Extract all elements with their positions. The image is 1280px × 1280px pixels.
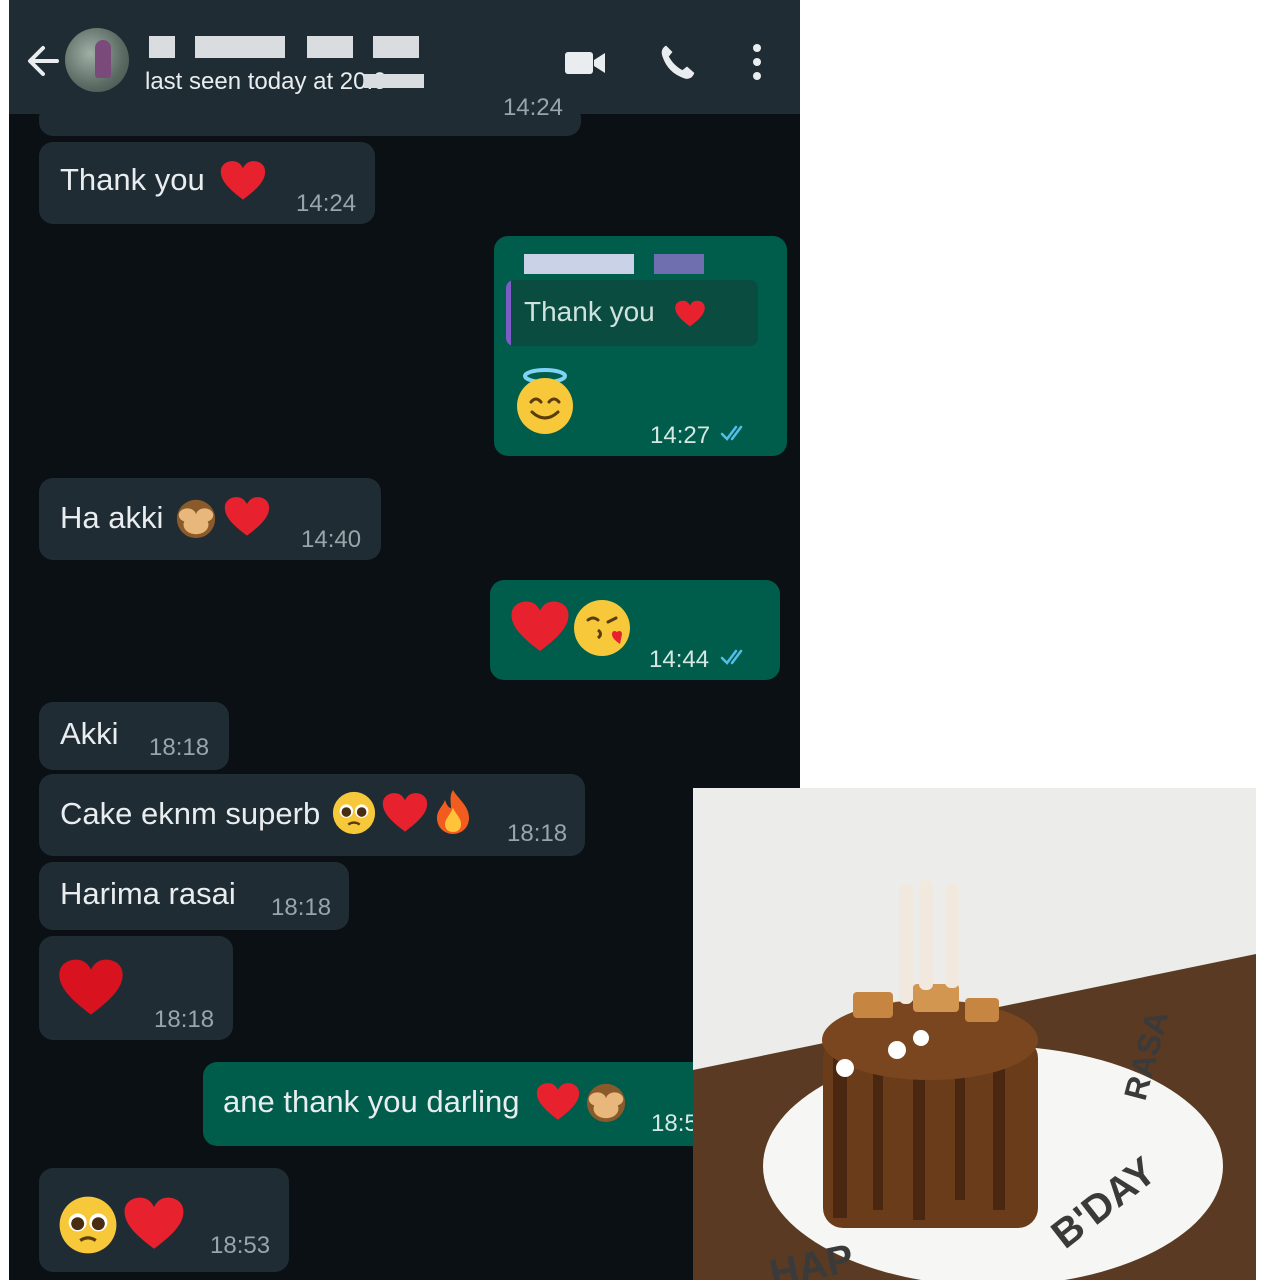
contact-name-mask bbox=[307, 36, 353, 58]
message-bubble[interactable]: Ha akki 14:40 bbox=[39, 478, 381, 560]
red-heart-icon bbox=[59, 959, 123, 1015]
more-vert-icon[interactable] bbox=[747, 40, 767, 84]
red-heart-icon bbox=[536, 1083, 580, 1120]
cake-photo: RASA B'DAY HAP bbox=[693, 788, 1256, 1280]
message-time: 14:40 bbox=[301, 526, 362, 553]
fire-icon bbox=[437, 790, 469, 834]
face-blowing-kiss-icon bbox=[574, 600, 630, 656]
red-heart-icon bbox=[124, 1197, 184, 1249]
red-heart-icon bbox=[224, 497, 270, 536]
message-time: 18:18 bbox=[507, 820, 568, 847]
see-no-evil-monkey-icon bbox=[176, 499, 216, 539]
message-text: ane thank you darling bbox=[223, 1084, 520, 1119]
contact-name-mask bbox=[149, 36, 175, 58]
pleading-face-icon bbox=[332, 791, 376, 835]
message-text: Cake eknm superb bbox=[60, 796, 321, 831]
message-list[interactable]: 14:24 Thank you 14:24 Thank you 14:27 Ha… bbox=[9, 94, 800, 1280]
red-heart-icon bbox=[675, 300, 705, 327]
phone-icon[interactable] bbox=[657, 40, 697, 84]
message-time: 14:24 bbox=[296, 190, 357, 217]
reply-author-mask bbox=[654, 254, 704, 274]
message-bubble[interactable]: 14:44 bbox=[490, 580, 780, 680]
chat-screen: last seen today at 20:0 14:24 Thank you … bbox=[9, 0, 800, 1280]
reply-quote[interactable]: Thank you bbox=[506, 280, 758, 346]
message-time: 14:44 bbox=[649, 646, 710, 673]
message-bubble[interactable]: Thank you 14:27 bbox=[494, 236, 787, 456]
double-check-read-icon bbox=[720, 649, 743, 665]
arrow-left-icon[interactable] bbox=[23, 36, 63, 86]
message-bubble[interactable]: ane thank you darling 18:5 bbox=[203, 1062, 723, 1146]
video-call-icon[interactable] bbox=[563, 40, 607, 84]
red-heart-icon bbox=[382, 793, 428, 832]
message-text: Akki bbox=[60, 716, 119, 751]
see-no-evil-monkey-icon bbox=[586, 1083, 626, 1123]
chat-header: last seen today at 20:0 bbox=[9, 0, 800, 114]
cake-illustration: RASA B'DAY HAP bbox=[693, 788, 1256, 1280]
avatar[interactable] bbox=[65, 28, 129, 92]
pleading-face-icon bbox=[59, 1196, 117, 1254]
message-text: Thank you bbox=[60, 162, 205, 197]
message-bubble[interactable]: Akki 18:18 bbox=[39, 702, 229, 770]
red-heart-icon bbox=[511, 601, 569, 651]
message-text: Harima rasai bbox=[60, 876, 236, 911]
message-bubble[interactable]: 18:18 bbox=[39, 936, 233, 1040]
message-time: 18:18 bbox=[271, 894, 332, 921]
red-heart-icon bbox=[220, 161, 266, 200]
status-mask bbox=[364, 74, 424, 88]
message-time: 18:18 bbox=[149, 734, 210, 761]
message-bubble[interactable]: Harima rasai 18:18 bbox=[39, 862, 349, 930]
contact-name-mask bbox=[195, 36, 285, 58]
contact-name-mask bbox=[373, 36, 419, 58]
message-time: 18:53 bbox=[210, 1232, 271, 1259]
double-check-read-icon bbox=[720, 425, 743, 441]
message-bubble[interactable]: 18:53 bbox=[39, 1168, 289, 1272]
reply-author-mask bbox=[524, 254, 634, 274]
message-text: Ha akki bbox=[60, 500, 164, 535]
last-seen-status: last seen today at 20:0 bbox=[145, 68, 387, 95]
smiling-face-with-halo-icon bbox=[517, 368, 573, 434]
message-time: 18:18 bbox=[154, 1006, 215, 1033]
message-time: 14:27 bbox=[650, 422, 711, 449]
message-bubble[interactable]: Cake eknm superb 18:18 bbox=[39, 774, 585, 856]
message-time: 14:24 bbox=[502, 94, 563, 121]
message-bubble[interactable]: Thank you 14:24 bbox=[39, 142, 375, 224]
reply-quote-text: Thank you bbox=[524, 296, 655, 327]
message-time: 18:5 bbox=[651, 1110, 698, 1137]
message-bubble[interactable]: 14:24 bbox=[39, 94, 581, 136]
